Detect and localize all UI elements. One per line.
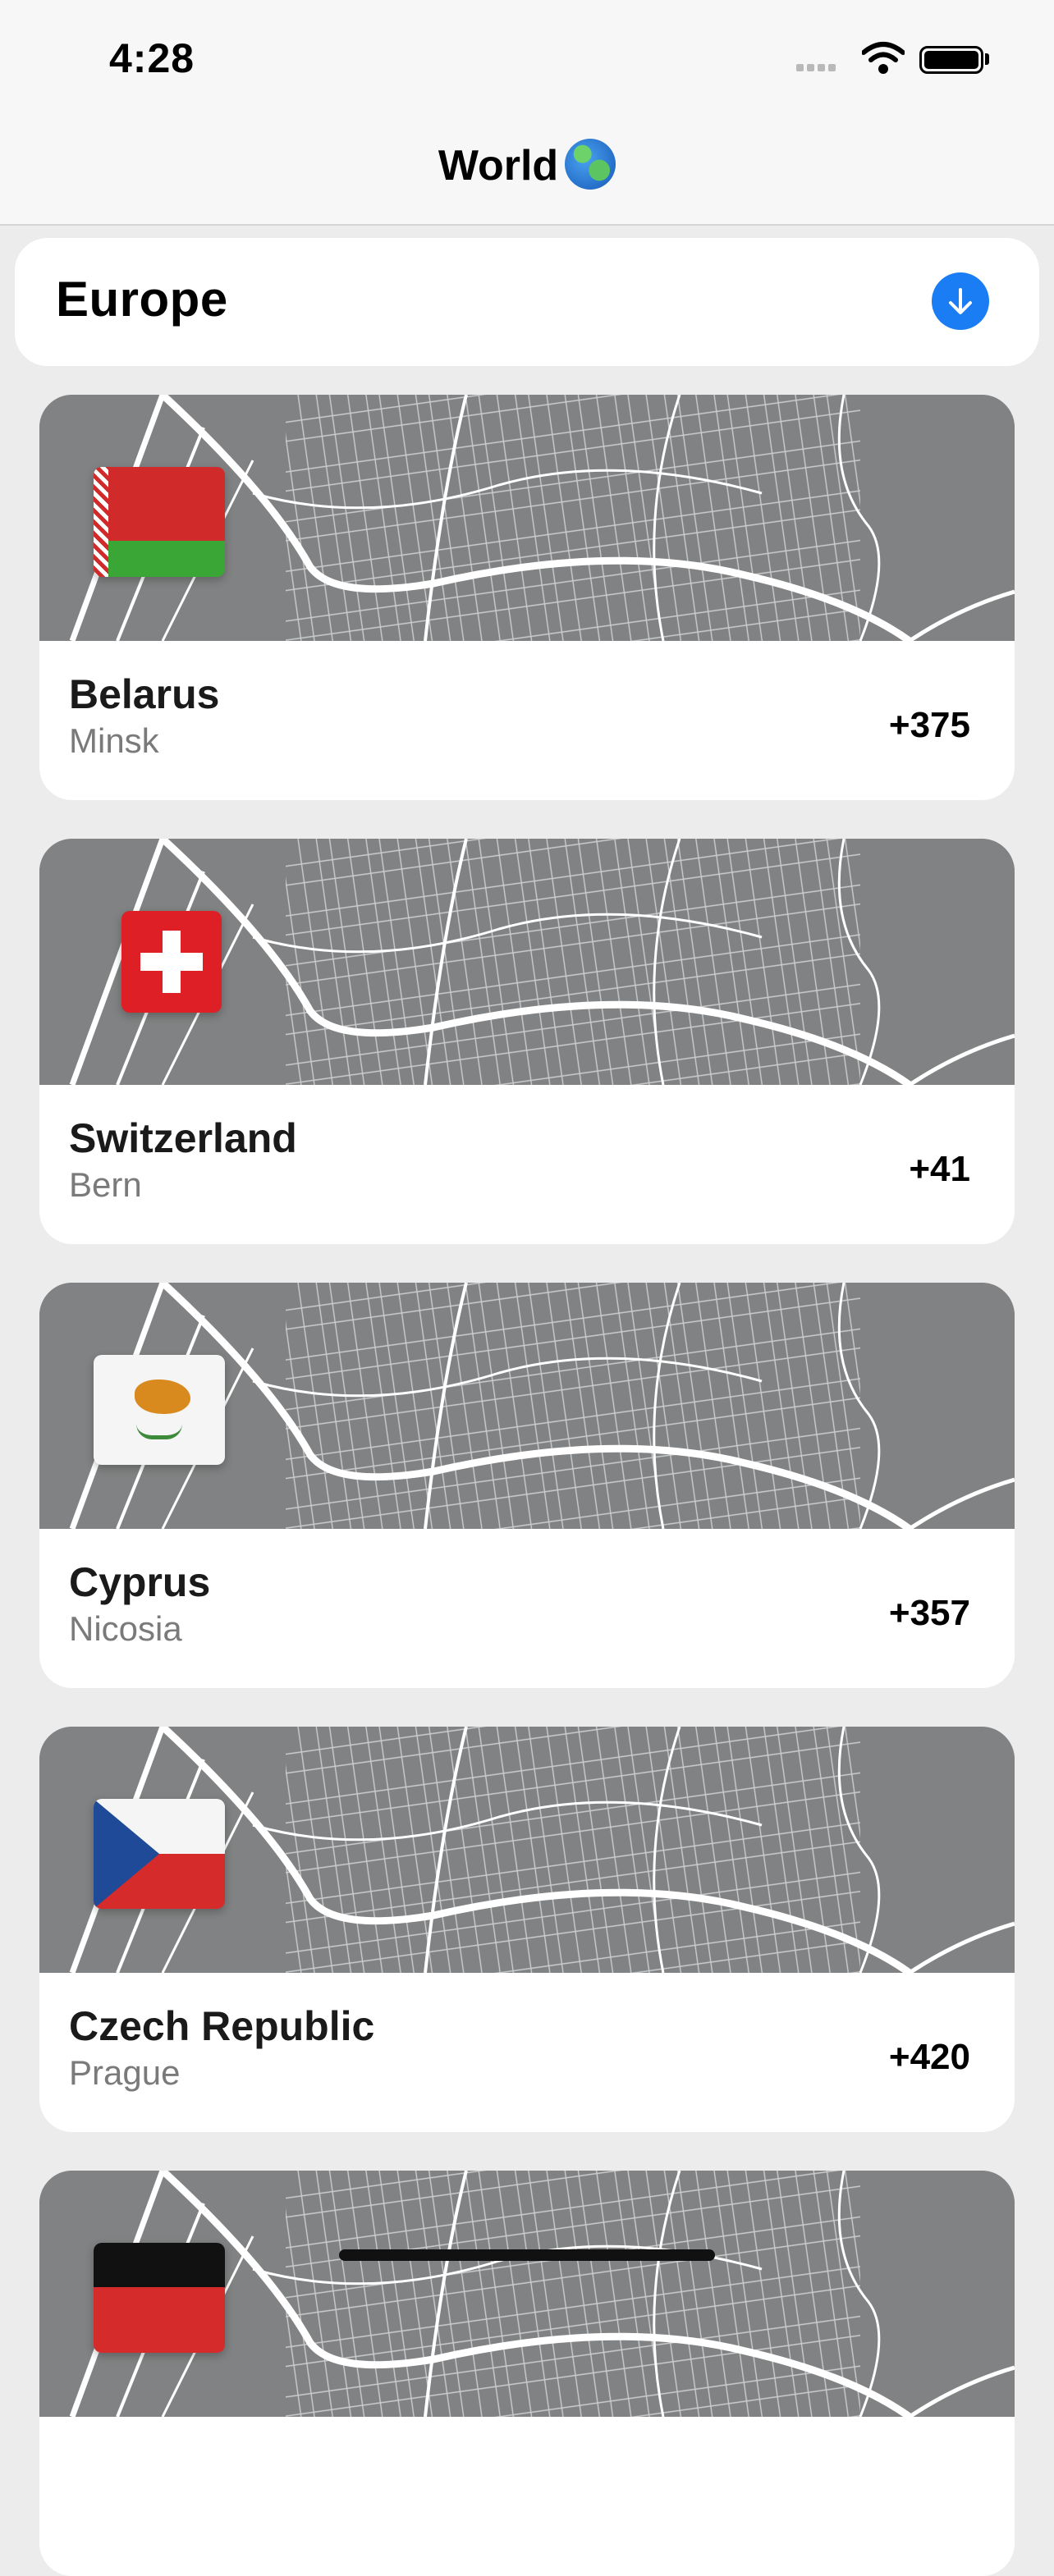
partial-flag-icon	[94, 2243, 225, 2353]
country-capital: Prague	[69, 2053, 181, 2092]
country-card[interactable]: Cyprus Nicosia +357	[39, 1283, 1015, 1688]
dial-code: +357	[888, 1593, 970, 1633]
globe-icon	[565, 139, 616, 190]
page-title: World	[0, 139, 1054, 190]
arrow-down-icon	[949, 288, 972, 314]
country-capital: Bern	[69, 1165, 142, 1204]
switzerland-flag-icon	[121, 911, 222, 1013]
country-card[interactable]: Czech Republic Prague +420	[39, 1727, 1015, 2132]
dial-code: +375	[888, 705, 970, 745]
country-name: Czech Republic	[69, 2003, 375, 2049]
wifi-icon	[862, 42, 905, 74]
dial-code: +41	[909, 1149, 970, 1189]
section-title: Europe	[56, 272, 228, 327]
country-capital: Minsk	[69, 721, 159, 760]
section-header-europe[interactable]: Europe	[15, 238, 1039, 366]
home-indicator[interactable]	[339, 2249, 715, 2261]
status-time: 4:28	[109, 35, 195, 81]
country-card[interactable]: Switzerland Bern +41	[39, 839, 1015, 1244]
country-name: Switzerland	[69, 1115, 297, 1161]
battery-cap	[985, 53, 989, 65]
belarus-flag-icon	[94, 467, 225, 577]
dial-code: +420	[888, 2037, 970, 2077]
collapse-section-button[interactable]	[932, 272, 989, 330]
country-name: Cyprus	[69, 1559, 211, 1605]
country-card-partial[interactable]	[39, 2171, 1015, 2576]
navigation-bar: 4:28 World	[0, 0, 1054, 226]
battery-icon	[919, 46, 983, 74]
cyprus-flag-icon	[94, 1355, 225, 1465]
country-capital: Nicosia	[69, 1609, 182, 1648]
country-name: Belarus	[69, 671, 220, 717]
page-title-text: World	[438, 142, 559, 190]
czech-flag-icon	[94, 1799, 225, 1909]
cellular-signal-icon	[796, 61, 839, 75]
country-card[interactable]: Belarus Minsk +375	[39, 395, 1015, 800]
